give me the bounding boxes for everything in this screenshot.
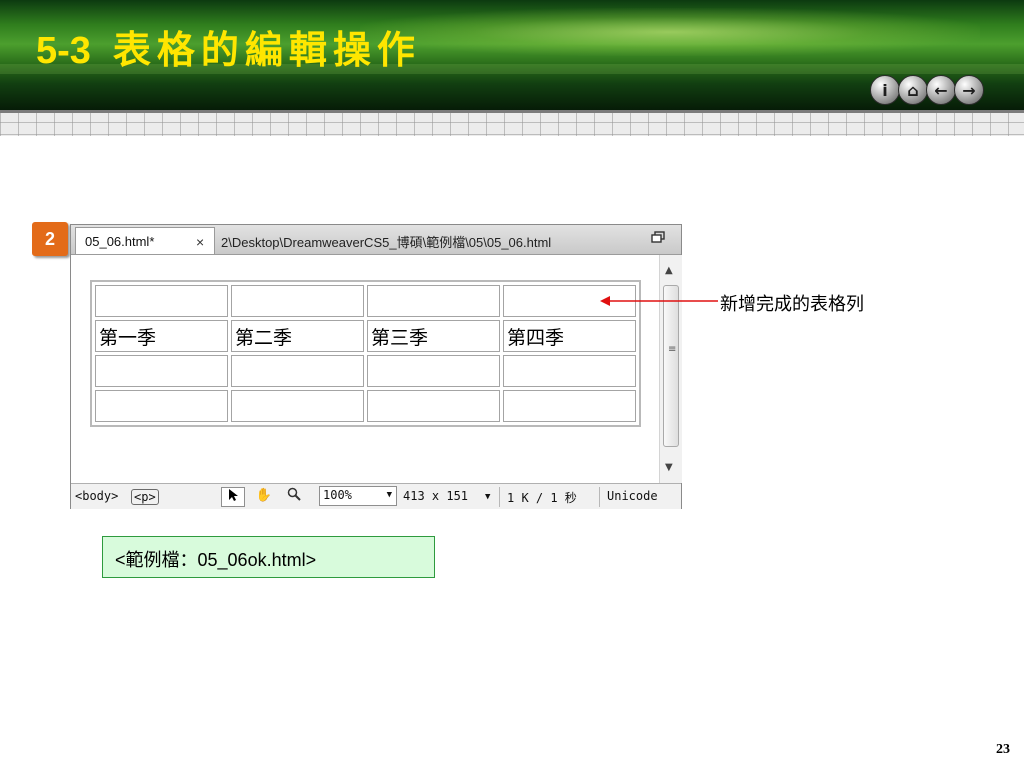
- back-arrow-icon[interactable]: ←: [926, 75, 956, 105]
- vertical-scrollbar[interactable]: ▲ ≡ ▼: [659, 255, 682, 483]
- table-row: [95, 285, 636, 317]
- step-badge: 2: [32, 222, 68, 256]
- annotation-arrow: [600, 296, 718, 306]
- dreamweaver-window: 05_06.html* × 2\Desktop\DreamweaverCS5_博…: [70, 224, 682, 509]
- table-row: [95, 390, 636, 422]
- zoom-tool-icon[interactable]: [283, 487, 305, 505]
- header-grid-band: [0, 110, 1024, 136]
- tag-selector-body[interactable]: <body>: [75, 489, 118, 503]
- status-separator: [499, 487, 500, 507]
- table-cell[interactable]: 第三季: [367, 320, 500, 352]
- table-row: [95, 355, 636, 387]
- chevron-down-icon: ▼: [386, 490, 392, 500]
- title-number: 5-3: [36, 30, 91, 72]
- scroll-grip-icon: ≡: [668, 344, 677, 355]
- scroll-up-icon[interactable]: ▲: [665, 265, 673, 276]
- table-cell[interactable]: 第二季: [231, 320, 364, 352]
- annotation-label: 新增完成的表格列: [720, 294, 864, 315]
- document-tabbar: 05_06.html* × 2\Desktop\DreamweaverCS5_博…: [71, 225, 681, 255]
- hand-tool-icon[interactable]: ✋: [253, 487, 275, 505]
- table-cell[interactable]: [95, 285, 228, 317]
- info-icon[interactable]: i: [870, 75, 900, 105]
- restore-window-icon[interactable]: [651, 231, 667, 245]
- table-cell[interactable]: 第一季: [95, 320, 228, 352]
- chevron-down-icon[interactable]: ▼: [485, 492, 490, 502]
- status-bar: <body> <p> ✋ 100% ▼ 413 x 151 ▼ 1 K / 1 …: [71, 483, 681, 509]
- table-cell[interactable]: [503, 390, 636, 422]
- window-dimensions[interactable]: 413 x 151: [403, 489, 468, 503]
- header-shine: [360, 8, 980, 56]
- zoom-value: 100%: [323, 488, 352, 502]
- table-cell[interactable]: [95, 390, 228, 422]
- select-tool-icon[interactable]: [221, 487, 245, 507]
- status-separator: [599, 487, 600, 507]
- table-cell[interactable]: [367, 285, 500, 317]
- header-divider: [0, 110, 1024, 113]
- zoom-select[interactable]: 100% ▼: [319, 486, 397, 506]
- slide-header: 5-3 表格的編輯操作 i ⌂ ← →: [0, 0, 1024, 110]
- table-cell[interactable]: [95, 355, 228, 387]
- example-file-box: <範例檔：05_06ok.html>: [102, 536, 435, 578]
- page-number: 23: [996, 742, 1010, 757]
- home-icon[interactable]: ⌂: [898, 75, 928, 105]
- table-cell[interactable]: [503, 355, 636, 387]
- slide-title: 5-3 表格的編輯操作: [36, 26, 421, 75]
- file-size-download: 1 K / 1 秒: [507, 491, 577, 505]
- tag-selector-p[interactable]: <p>: [131, 489, 159, 505]
- table-row: 第一季 第二季 第三季 第四季: [95, 320, 636, 352]
- table-cell[interactable]: [231, 285, 364, 317]
- table-cell[interactable]: 第四季: [503, 320, 636, 352]
- title-text: 表格的編輯操作: [112, 27, 421, 72]
- design-canvas[interactable]: 第一季 第二季 第三季 第四季: [72, 255, 658, 483]
- table-cell[interactable]: [367, 355, 500, 387]
- document-tab[interactable]: 05_06.html* ×: [75, 227, 215, 254]
- quarter-table[interactable]: 第一季 第二季 第三季 第四季: [90, 280, 641, 427]
- scroll-down-icon[interactable]: ▼: [665, 462, 673, 473]
- close-icon[interactable]: ×: [196, 234, 204, 250]
- table-cell[interactable]: [231, 355, 364, 387]
- scroll-thumb[interactable]: ≡: [663, 285, 679, 447]
- table-cell[interactable]: [231, 390, 364, 422]
- nav-buttons: i ⌂ ← →: [870, 75, 984, 107]
- forward-arrow-icon[interactable]: →: [954, 75, 984, 105]
- encoding-label: Unicode: [607, 489, 658, 503]
- table-cell[interactable]: [367, 390, 500, 422]
- document-tab-label: 05_06.html*: [85, 234, 155, 249]
- file-path: 2\Desktop\DreamweaverCS5_博碩\範例檔\05\05_06…: [221, 235, 552, 250]
